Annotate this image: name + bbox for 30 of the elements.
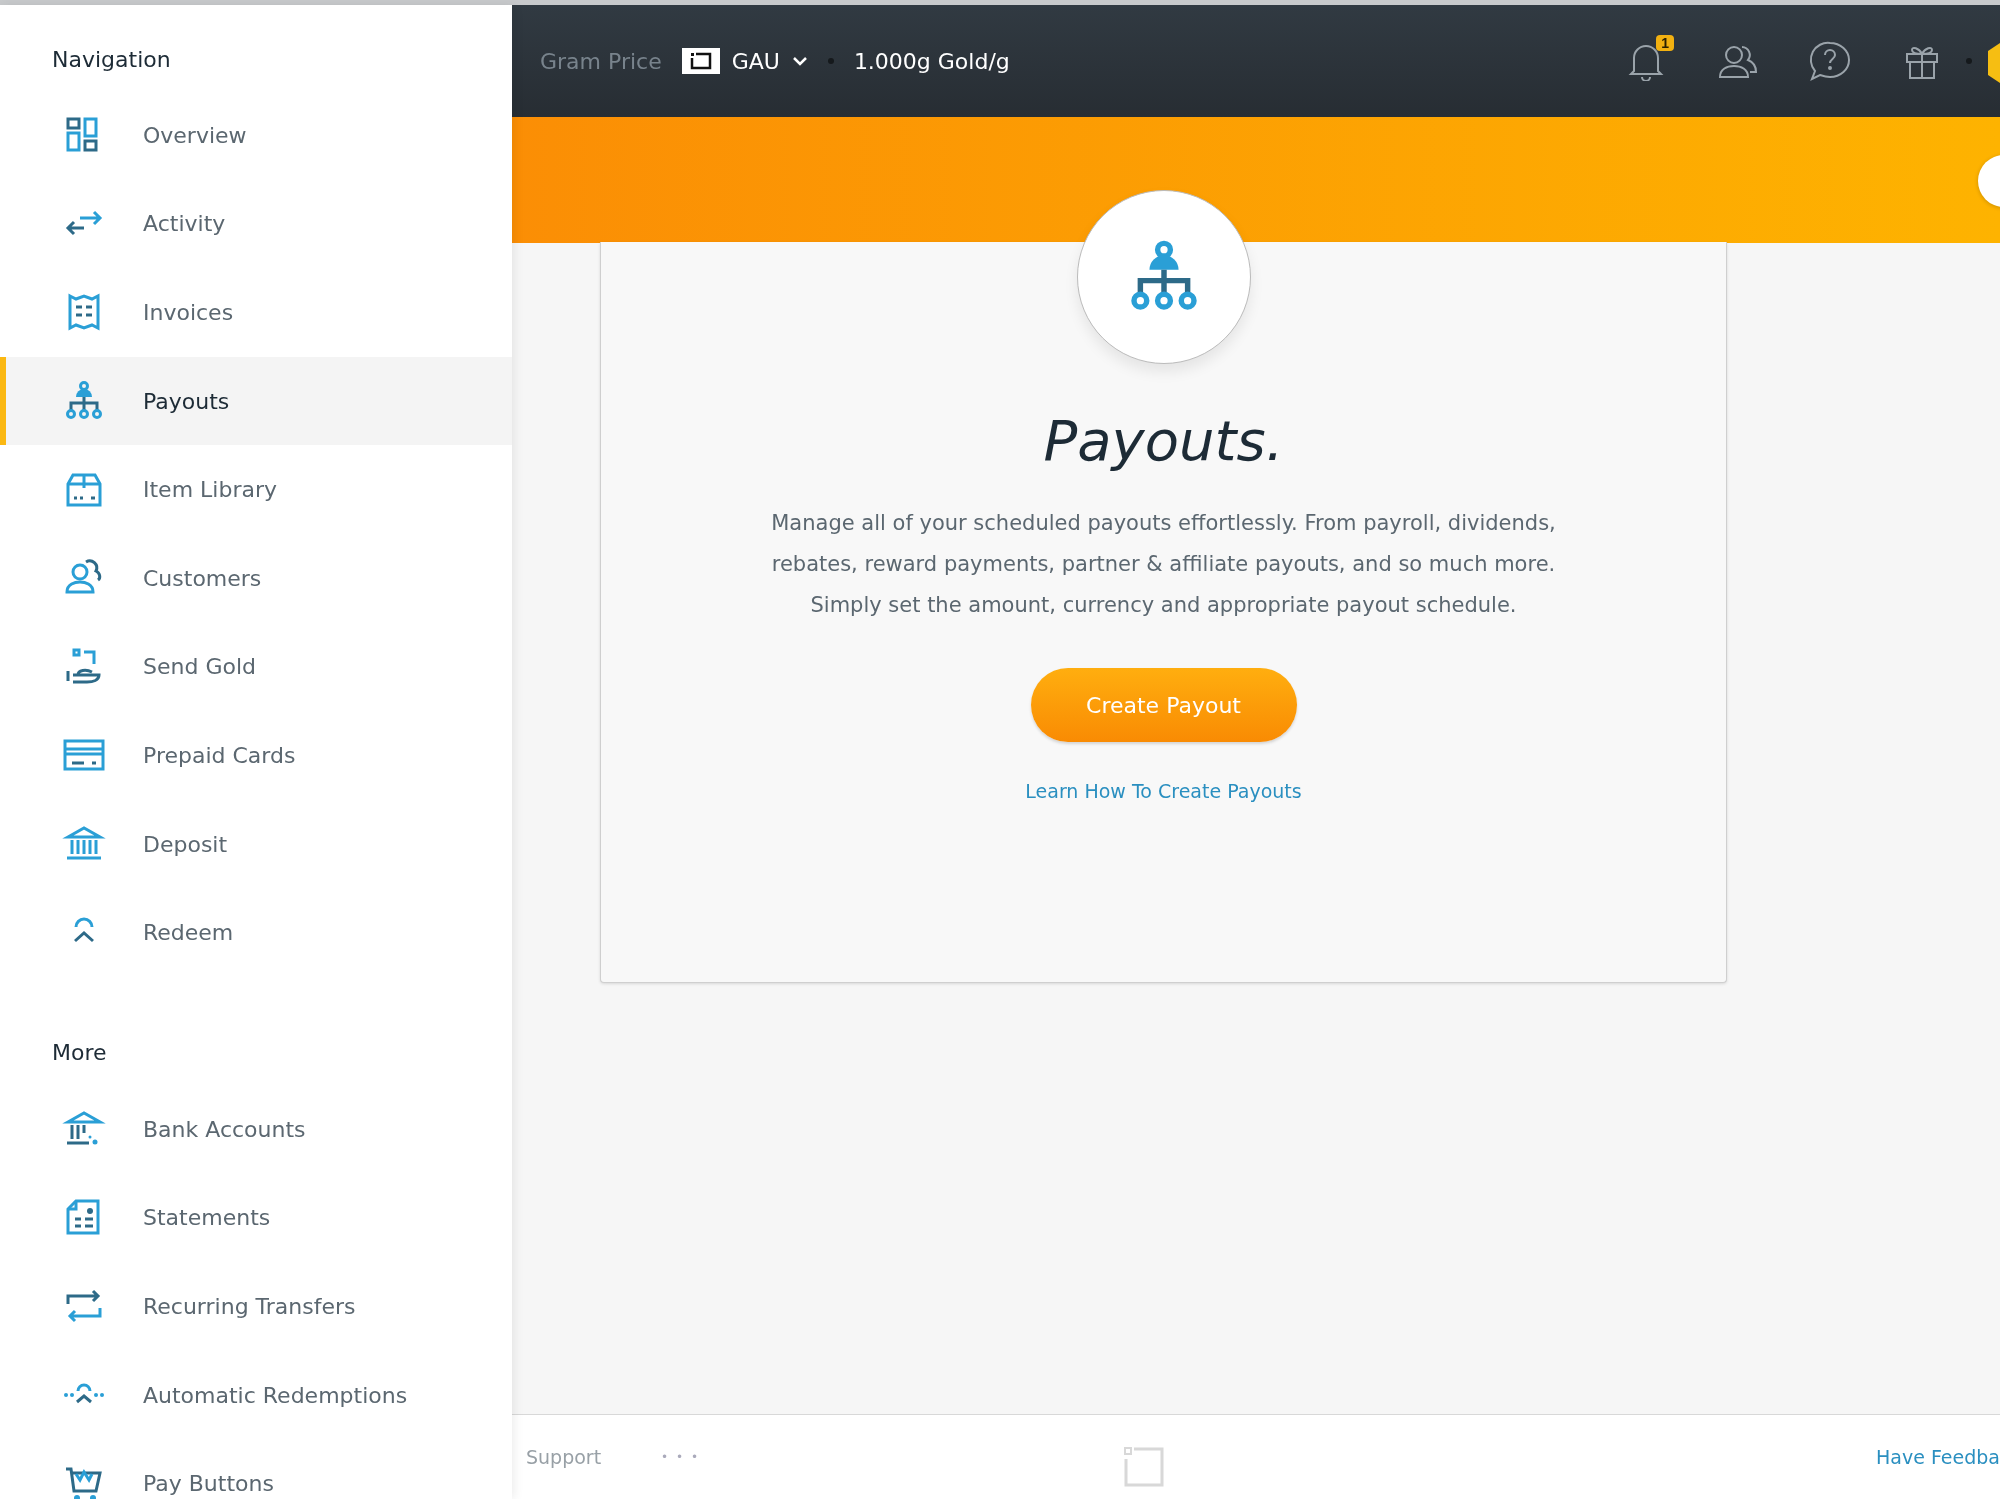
nav-item[interactable]: Send Gold [0,622,512,712]
hexagon-icon [1988,43,2000,83]
nav-item[interactable]: Statements [0,1173,512,1263]
nav-item[interactable]: Recurring Transfers [0,1262,512,1351]
nav-item[interactable]: Payouts [0,356,512,446]
feedback-link[interactable]: Have Feedba [1876,1446,2000,1468]
nav-item[interactable]: Redeem [0,888,512,977]
help-icon [1808,40,1852,82]
section-heading: More [51,1039,108,1068]
currency-dropdown[interactable]: GAU [681,48,808,74]
nav-item[interactable]: Item Library [0,445,512,534]
nav-item[interactable]: Pay Buttons [0,1439,512,1499]
section-heading: Navigation [51,45,172,74]
price-value: 1.000g Gold/g [853,48,1010,74]
page-title: Payouts. [1043,408,1284,473]
nav-item[interactable]: Overview [0,91,512,180]
nav-item[interactable]: Invoices [0,268,512,357]
logo-icon [689,52,712,70]
help-link[interactable]: Learn How To Create Payouts [1025,780,1302,802]
nav-item[interactable]: Prepaid Cards [0,711,512,800]
nav-item[interactable]: Automatic Redemptions [0,1350,512,1440]
nav-item[interactable]: Bank Accounts [0,1084,512,1174]
notification-badge: 1 [1656,35,1674,51]
nav-item[interactable]: Activity [0,179,512,269]
nav-item[interactable]: Customers [0,533,512,623]
logo-icon [1122,1445,1166,1489]
nav-item[interactable]: Deposit [0,799,512,889]
caret-icon [791,56,808,66]
price-label: Gram Price [540,48,662,74]
description: Manage all of your scheduled payouts effortlessly. From payroll, dividends, rebates, reward payments, partner & affiliate payouts, and so much more. Simply set the amount, currency and appropriate payout schedule. [770,510,1557,619]
